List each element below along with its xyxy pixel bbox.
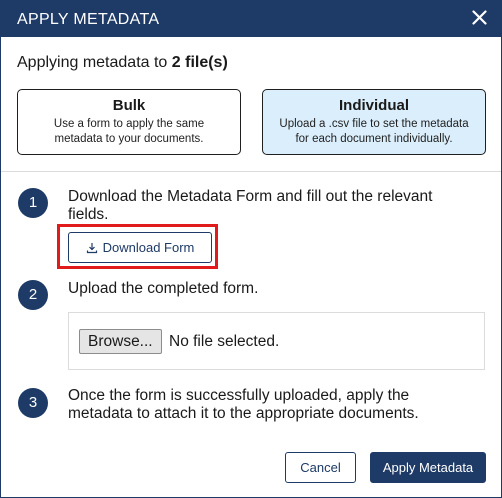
apply-metadata-dialog: APPLY METADATA Applying metadata to 2 fi… xyxy=(0,0,502,498)
bulk-mode-description: Use a form to apply the same metadata to… xyxy=(53,118,205,145)
cancel-button[interactable]: Cancel xyxy=(285,452,356,483)
close-icon[interactable] xyxy=(465,3,493,33)
file-status: No file selected. xyxy=(169,333,280,350)
bulk-mode-title: Bulk xyxy=(112,97,146,114)
bulk-mode-option[interactable]: Bulk Use a form to apply the same metada… xyxy=(17,89,241,155)
dialog-title: APPLY METADATA xyxy=(17,11,160,28)
individual-mode-option[interactable]: Individual Upload a .csv file to set the… xyxy=(262,89,486,155)
step-2-text: Upload the completed form. xyxy=(68,280,259,297)
download-icon xyxy=(86,242,97,253)
download-form-label: Download Form xyxy=(102,240,195,255)
individual-mode-description: Upload a .csv file to set the metadata f… xyxy=(279,118,469,145)
section-divider xyxy=(1,171,501,172)
applying-prefix: Applying metadata to xyxy=(17,54,172,71)
browse-button[interactable]: Browse... xyxy=(79,329,162,354)
applying-summary: Applying metadata to 2 file(s) xyxy=(17,54,228,72)
individual-mode-title: Individual xyxy=(338,97,409,114)
step-1-number: 1 xyxy=(18,188,48,218)
apply-metadata-button[interactable]: Apply Metadata xyxy=(370,452,486,483)
dialog-titlebar: APPLY METADATA xyxy=(1,1,501,37)
step-3-number: 3 xyxy=(18,388,48,418)
step-1-text: Download the Metadata Form and fill out … xyxy=(68,188,433,223)
file-count: 2 file(s) xyxy=(171,54,228,71)
download-form-button[interactable]: Download Form xyxy=(68,232,212,263)
step-2-number: 2 xyxy=(18,280,48,310)
file-upload-box: Browse... No file selected. xyxy=(68,312,485,370)
step-3-text: Once the form is successfully uploaded, … xyxy=(68,387,419,422)
